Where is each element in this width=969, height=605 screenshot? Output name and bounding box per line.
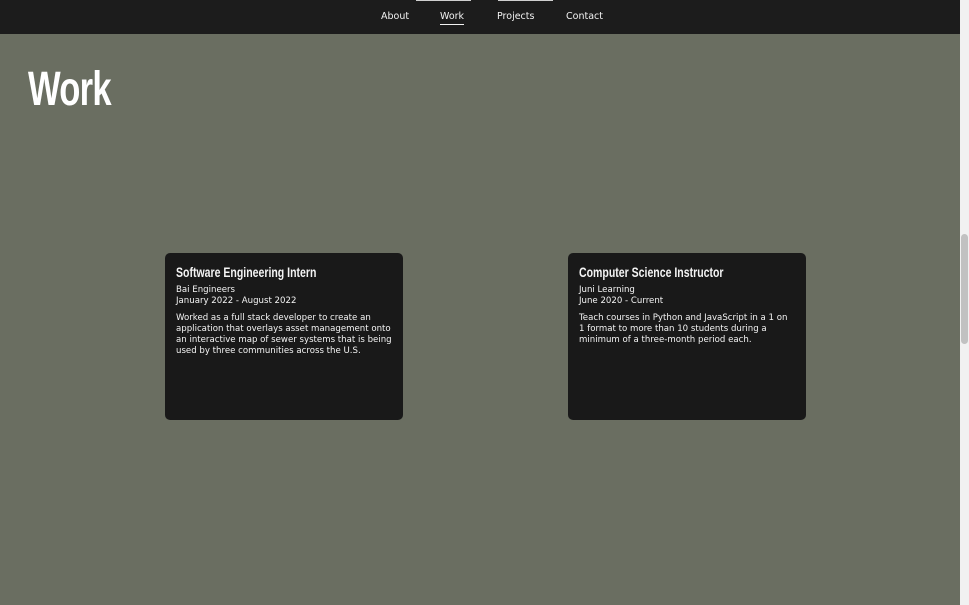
job-dates: January 2022 - August 2022 [176, 296, 297, 306]
nav-link-contact[interactable]: Contact [566, 11, 603, 23]
vertical-scrollbar[interactable] [960, 0, 969, 605]
nav-decoration [416, 0, 471, 1]
nav-link-work[interactable]: Work [440, 11, 465, 25]
scrollbar-thumb[interactable] [961, 234, 968, 344]
job-card: Software Engineering Intern Bai Engineer… [165, 253, 403, 420]
top-navigation: About Work Projects Contact [0, 0, 960, 34]
nav-link-projects[interactable]: Projects [497, 11, 534, 23]
job-card: Computer Science Instructor Juni Learnin… [568, 253, 806, 420]
nav-link-about[interactable]: About [381, 11, 409, 23]
job-description: Worked as a full stack developer to crea… [176, 313, 392, 356]
nav-decoration [498, 0, 553, 1]
job-company: Juni Learning [579, 285, 635, 295]
job-title: Software Engineering Intern [176, 265, 317, 280]
job-description: Teach courses in Python and JavaScript i… [579, 313, 788, 345]
page: About Work Projects Contact Work Softwar… [0, 0, 969, 605]
page-title: Work [28, 63, 112, 116]
job-company: Bai Engineers [176, 285, 236, 295]
job-dates: June 2020 - Current [579, 296, 664, 306]
job-title: Computer Science Instructor [579, 265, 724, 280]
